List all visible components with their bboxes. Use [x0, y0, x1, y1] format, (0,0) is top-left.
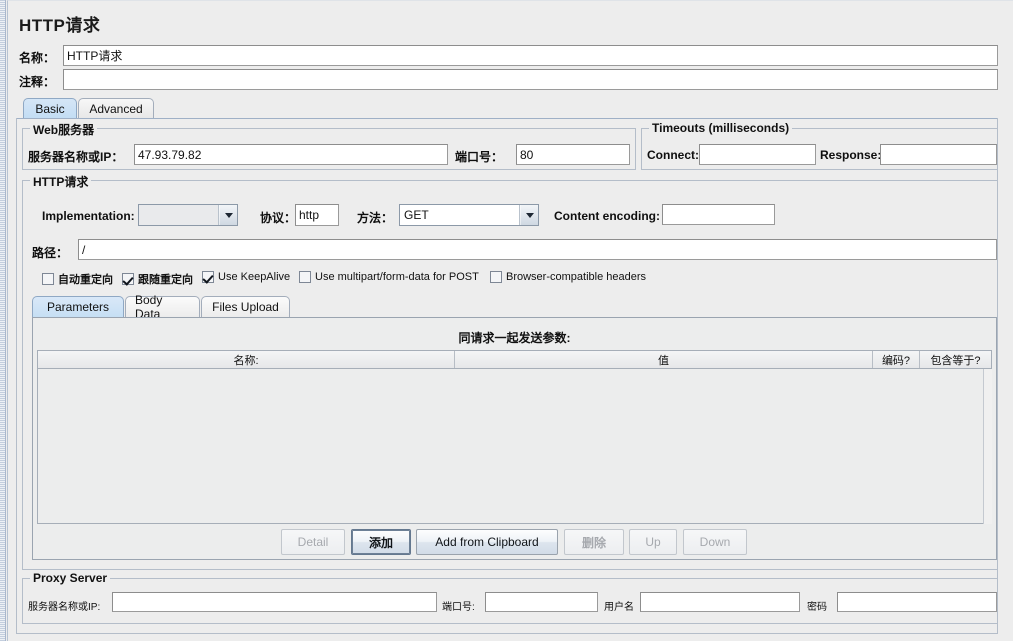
down-button-label: Down: [699, 535, 731, 549]
add-button[interactable]: 添加: [351, 529, 411, 555]
checkbox-use-multipart[interactable]: Use multipart/form-data for POST: [299, 271, 479, 283]
method-value: GET: [400, 205, 520, 225]
checkbox-use-multipart-label: Use multipart/form-data for POST: [315, 271, 479, 283]
down-button[interactable]: Down: [683, 529, 747, 555]
connect-timeout-label: Connect:: [647, 148, 699, 162]
http-request-legend: HTTP请求: [30, 173, 92, 190]
checkbox-browser-compatible-headers[interactable]: Browser-compatible headers: [490, 271, 646, 283]
tab-basic[interactable]: Basic: [23, 98, 77, 118]
left-scroll-gutter[interactable]: [0, 0, 6, 641]
chevron-down-icon: [525, 212, 534, 218]
tab-files-upload[interactable]: Files Upload: [201, 296, 290, 317]
delete-button-label: 删除: [581, 535, 606, 550]
add-from-clipboard-button[interactable]: Add from Clipboard: [416, 529, 558, 555]
parameters-table-scrollbar[interactable]: [983, 369, 992, 524]
content-encoding-input[interactable]: [662, 204, 775, 225]
proxy-username-label: 用户名: [604, 602, 634, 613]
proxy-port-label: 端口号:: [442, 602, 475, 613]
up-button-label: Up: [645, 535, 661, 549]
proxy-port-input[interactable]: [485, 592, 598, 612]
checkbox-browser-compatible-headers-box[interactable]: [490, 271, 502, 283]
method-label: 方法：: [357, 211, 394, 225]
column-header-encode[interactable]: 编码?: [873, 351, 920, 368]
checkbox-use-keepalive-box[interactable]: [202, 271, 214, 283]
checkbox-use-multipart-box[interactable]: [299, 271, 311, 283]
add-button-label: 添加: [368, 535, 393, 550]
implementation-dropdown[interactable]: [138, 204, 238, 226]
checkbox-auto-redirect[interactable]: 自动重定向: [42, 271, 113, 287]
method-dropdown[interactable]: GET: [399, 204, 539, 226]
checkbox-auto-redirect-label: 自动重定向: [58, 274, 113, 286]
detail-button[interactable]: Detail: [281, 529, 345, 555]
connect-timeout-input[interactable]: [699, 144, 816, 165]
tab-files-upload-label: Files Upload: [212, 300, 279, 314]
port-label: 端口号：: [455, 150, 504, 164]
response-timeout-input[interactable]: [880, 144, 997, 165]
implementation-value: [139, 205, 219, 225]
checkbox-follow-redirect[interactable]: 跟随重定向: [122, 271, 193, 287]
proxy-server-legend: Proxy Server: [30, 571, 111, 585]
comment-input[interactable]: [63, 69, 998, 90]
main-panel: HTTP请求 名称： HTTP请求 注释： Basic Advanced Web…: [7, 0, 1013, 641]
tab-parameters-label: Parameters: [46, 300, 110, 314]
response-timeout-label: Response:: [820, 148, 882, 162]
proxy-server-name-input[interactable]: [112, 592, 437, 612]
content-encoding-label: Content encoding:: [554, 209, 660, 223]
up-button[interactable]: Up: [629, 529, 677, 555]
checkbox-use-keepalive-label: Use KeepAlive: [218, 271, 291, 283]
tab-parameters[interactable]: Parameters: [32, 296, 124, 317]
parameters-table-title: 同请求一起发送参数:: [458, 331, 571, 345]
checkbox-auto-redirect-box[interactable]: [42, 273, 54, 285]
server-name-label: 服务器名称或IP：: [28, 150, 124, 164]
proxy-username-input[interactable]: [640, 592, 800, 612]
comment-label: 注释：: [19, 75, 56, 89]
path-label: 路径：: [32, 246, 69, 260]
implementation-dropdown-button[interactable]: [219, 205, 237, 225]
name-label: 名称：: [19, 51, 56, 65]
web-server-legend: Web服务器: [30, 121, 98, 138]
proxy-server-name-label: 服务器名称或IP:: [28, 602, 101, 613]
checkbox-follow-redirect-box[interactable]: [122, 273, 134, 285]
checkbox-follow-redirect-label: 跟随重定向: [138, 274, 193, 286]
tab-advanced[interactable]: Advanced: [78, 98, 154, 118]
port-input[interactable]: 80: [516, 144, 630, 165]
path-input[interactable]: /: [78, 239, 997, 260]
column-header-value[interactable]: 值: [455, 351, 873, 368]
parameters-table-body[interactable]: [37, 369, 992, 524]
parameters-table-header: 名称: 值 编码? 包含等于?: [37, 350, 992, 369]
delete-button[interactable]: 删除: [564, 529, 624, 555]
detail-button-label: Detail: [297, 535, 329, 549]
add-from-clipboard-button-label: Add from Clipboard: [435, 535, 539, 549]
tab-body-data[interactable]: Body Data: [125, 293, 200, 321]
tab-basic-label: Basic: [35, 101, 65, 116]
page-title: HTTP请求: [19, 16, 101, 35]
proxy-password-label: 密码: [807, 602, 827, 613]
method-dropdown-button[interactable]: [520, 205, 538, 225]
chevron-down-icon: [224, 212, 233, 218]
timeouts-legend: Timeouts (milliseconds): [649, 121, 793, 135]
checkbox-browser-compatible-headers-label: Browser-compatible headers: [506, 271, 647, 283]
tab-advanced-label: Advanced: [89, 101, 143, 116]
column-header-include-equals[interactable]: 包含等于?: [920, 351, 991, 368]
proxy-password-input[interactable]: [837, 592, 997, 612]
column-header-name[interactable]: 名称:: [38, 351, 455, 368]
name-input[interactable]: HTTP请求: [63, 45, 998, 66]
checkbox-use-keepalive[interactable]: Use KeepAlive: [202, 271, 290, 283]
implementation-label: Implementation:: [42, 209, 135, 223]
server-name-input[interactable]: 47.93.79.82: [134, 144, 448, 165]
protocol-label: 协议：: [260, 211, 297, 225]
protocol-input[interactable]: http: [295, 204, 339, 226]
http-request-panel: HTTP请求 名称： HTTP请求 注释： Basic Advanced Web…: [0, 0, 1013, 641]
